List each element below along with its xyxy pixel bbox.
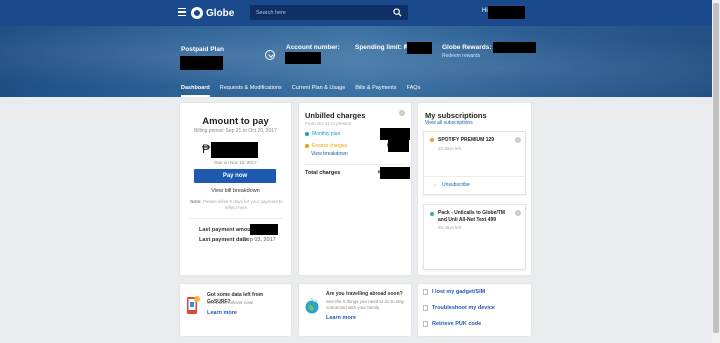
info-icon[interactable]: i	[515, 210, 521, 216]
main-tabs: Dashboard Requests & Modifications Curre…	[181, 84, 430, 97]
redacted-amount-due	[211, 142, 258, 158]
billing-period: Billing period: Sep 21 to Oct 20, 2017	[194, 128, 277, 134]
last-payment-amount-label: Last payment amount:	[199, 227, 258, 233]
troubleshoot-device-link[interactable]: Troubleshoot my device	[423, 305, 495, 311]
tab-current-plan-usage[interactable]: Current Plan & Usage	[292, 84, 346, 97]
tab-dashboard[interactable]: Dashboard	[181, 84, 210, 97]
amount-to-pay-card: Amount to pay Billing period: Sep 21 to …	[180, 103, 291, 275]
note-text: Please allow 5 days for your payment to …	[202, 199, 283, 210]
divider	[424, 176, 525, 177]
unsubscribe-button[interactable]: → Unsubscribe	[432, 182, 470, 188]
view-breakdown-link[interactable]: View breakdown	[311, 151, 348, 157]
promo-title: Are you travelling abroad soon?	[326, 291, 403, 297]
account-number-label: Account number:	[286, 44, 340, 51]
subscription-status-dot	[430, 212, 434, 216]
subscription-item: Pack - Unlicalls to Globe/TM and Unli Al…	[423, 204, 526, 270]
redacted-plan-name	[180, 56, 223, 70]
peso-sign: ₱	[202, 142, 211, 156]
excess-charges-dot	[305, 144, 309, 148]
info-icon[interactable]: i	[399, 110, 405, 116]
tab-bills-payments[interactable]: Bills & Payments	[355, 84, 396, 97]
subscription-name: SPOTIFY PREMIUM 129	[438, 137, 495, 143]
redacted-spending-limit	[407, 42, 432, 54]
learn-more-link[interactable]: Learn more	[207, 310, 237, 316]
monthly-plan-row: Monthly plan	[305, 131, 340, 137]
arrow-right-icon: →	[432, 182, 438, 188]
subscription-status-dot	[430, 138, 434, 142]
view-bill-breakdown-link[interactable]: View bill breakdown	[180, 188, 291, 194]
amount-to-pay-title: Amount to pay	[202, 116, 269, 127]
unbilled-charges-title: Unbilled charges	[305, 111, 366, 120]
scrollbar-thumb[interactable]	[713, 3, 719, 333]
globe-logo[interactable]: Globe	[191, 6, 234, 20]
subscription-days-left: 25 days left	[438, 225, 462, 230]
help-link-label: Retrieve PUK code	[432, 321, 482, 327]
pay-now-button[interactable]: Pay now	[194, 169, 276, 183]
learn-more-link[interactable]: Learn more	[326, 315, 356, 321]
promo-subtitle: See the 5 things you need to do to stay …	[326, 299, 405, 310]
redacted-account-number	[285, 52, 321, 64]
unsubscribe-label: Unsubscribe	[442, 182, 470, 188]
globe-plane-icon	[305, 297, 319, 314]
monthly-plan-label: Monthly plan	[312, 131, 341, 137]
subscription-item: SPOTIFY PREMIUM 129 25 days left i → Uns…	[423, 131, 526, 195]
redacted-rewards-points	[493, 42, 536, 53]
data-rollover-promo-card[interactable]: Got some data left from GoSURF? Get Data…	[180, 284, 291, 336]
hamburger-menu-icon[interactable]	[178, 8, 186, 17]
plan-label: Postpaid Plan	[181, 46, 224, 53]
my-subscriptions-title: My subscriptions	[425, 111, 487, 120]
search-icon[interactable]	[393, 8, 402, 17]
divider	[305, 164, 405, 165]
last-payment-date: Sep 03, 2017	[243, 237, 276, 243]
help-link-label: Troubleshoot my device	[432, 305, 495, 311]
note-label: Note:	[190, 199, 202, 204]
phone-data-icon	[187, 296, 200, 314]
lost-gadget-link[interactable]: I lost my gadget/SIM	[423, 289, 485, 295]
total-charges-label: Total charges	[305, 170, 341, 176]
wrench-icon	[423, 305, 428, 311]
payment-note: Note: Please allow 5 days for your payme…	[188, 199, 285, 211]
excess-charges-label: Excess charges	[312, 143, 348, 149]
chevron-down-icon[interactable]	[265, 50, 275, 60]
view-all-subscriptions-link[interactable]: View all subscriptions	[425, 120, 473, 126]
logo-text: Globe	[206, 7, 235, 19]
retrieve-puk-link[interactable]: Retrieve PUK code	[423, 321, 481, 327]
page-scrollbar[interactable]	[712, 0, 720, 343]
globe-logo-icon	[191, 7, 203, 19]
help-link-label: I lost my gadget/SIM	[432, 289, 486, 295]
travel-promo-card[interactable]: Are you travelling abroad soon? See the …	[299, 284, 411, 336]
redacted-excess-amount	[388, 140, 409, 152]
search-input[interactable]	[256, 7, 386, 18]
monthly-plan-dot	[305, 132, 309, 136]
divider	[188, 218, 283, 219]
tab-faqs[interactable]: FAQs	[407, 84, 421, 97]
redeem-rewards-link[interactable]: Redeem rewards	[442, 53, 480, 59]
subscription-days-left: 25 days left	[438, 146, 462, 151]
last-payment-date-label: Last payment date:	[199, 237, 250, 243]
subscription-name: Pack - Unlicalls to Globe/TM and Unli Al…	[438, 210, 505, 223]
my-subscriptions-card: My subscriptions View all subscriptions …	[418, 103, 531, 275]
redacted-last-payment-amount	[250, 224, 278, 235]
unbilled-charges-card: Unbilled charges From Oct 21 to present …	[299, 103, 411, 275]
due-date: Due on Nov 10, 2017	[214, 160, 257, 165]
redacted-monthly-plan-amount	[380, 128, 410, 140]
search-box[interactable]	[250, 5, 408, 20]
help-links-card: I lost my gadget/SIM Troubleshoot my dev…	[418, 284, 531, 336]
lock-icon	[423, 321, 428, 327]
spending-limit-label: Spending limit: ₱	[355, 44, 409, 51]
phone-icon	[423, 289, 428, 295]
unbilled-period: From Oct 21 to present	[305, 121, 352, 126]
tab-requests-modifications[interactable]: Requests & Modifications	[220, 84, 282, 97]
globe-rewards-label: Globe Rewards:	[442, 44, 492, 51]
excess-charges-row: Excess charges	[305, 143, 347, 149]
promo-subtitle: Get Data Rollover now!	[207, 300, 254, 305]
redacted-user-name	[488, 6, 525, 19]
info-icon[interactable]: i	[515, 137, 521, 143]
redacted-total-charges	[380, 167, 410, 179]
